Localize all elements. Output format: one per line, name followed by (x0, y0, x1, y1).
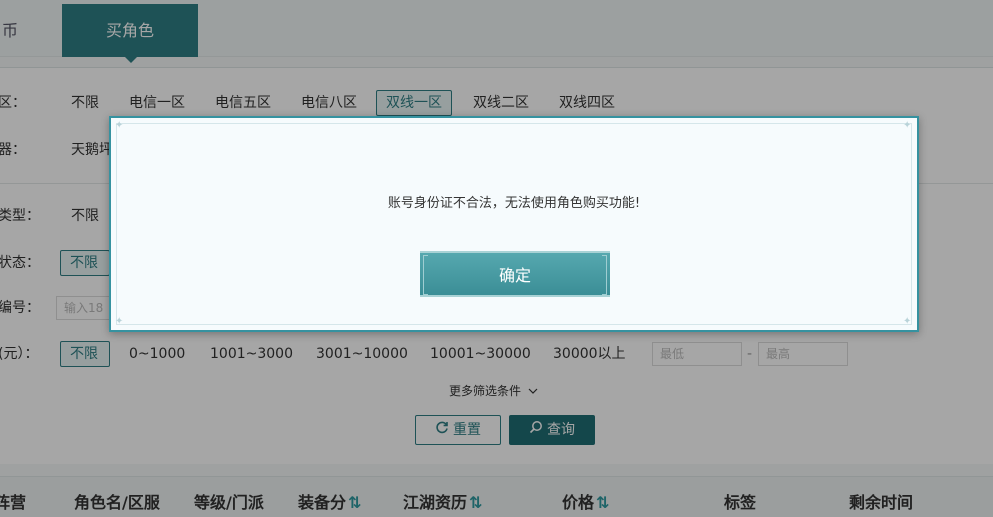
alert-dialog: ✦ ✦ ✦ ✦ 账号身份证不合法，无法使用角色购买功能! 确定 (109, 116, 919, 332)
dialog-message: 账号身份证不合法，无法使用角色购买功能! (387, 196, 641, 211)
corner-ornament-icon: ✦ (115, 120, 124, 131)
corner-ornament-icon: ✦ (115, 316, 124, 327)
corner-ornament-icon: ✦ (903, 120, 912, 131)
corner-ornament-icon: ✦ (903, 316, 912, 327)
confirm-button[interactable]: 确定 (420, 251, 610, 297)
